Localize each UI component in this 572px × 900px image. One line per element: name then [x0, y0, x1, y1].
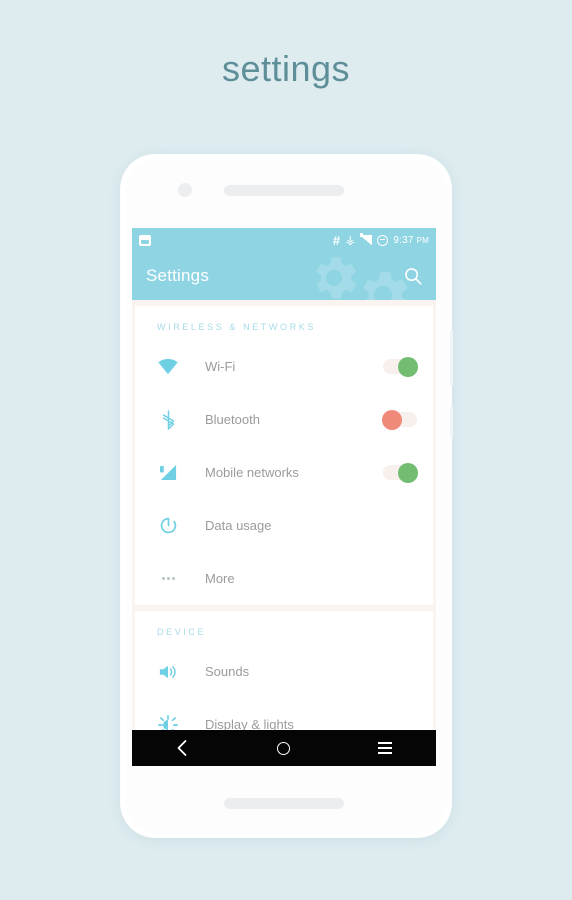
app-toolbar: Settings [132, 252, 436, 300]
nav-home-button[interactable] [262, 730, 306, 766]
list-item-wifi[interactable]: Wi-Fi [135, 340, 433, 393]
more-dots-icon [157, 568, 179, 590]
screenshot-icon [139, 234, 151, 246]
nav-back-button[interactable] [161, 730, 205, 766]
section-wireless-networks: WIRELESS & NETWORKS Wi-Fi Bluetooth Mobi… [135, 306, 433, 605]
android-navigation-bar [132, 730, 436, 766]
home-icon [277, 741, 291, 755]
section-header-wireless: WIRELESS & NETWORKS [157, 322, 316, 332]
speaker-icon [157, 661, 179, 683]
list-item-mobile-networks[interactable]: Mobile networks [135, 446, 433, 499]
battery-icon [377, 234, 389, 246]
list-item-label: Data usage [205, 518, 272, 533]
earpiece-speaker [224, 185, 344, 196]
toggle-knob [398, 462, 418, 483]
clock-time: 9:37 [393, 234, 414, 246]
bluetooth-icon [157, 409, 179, 431]
list-item-more[interactable]: More [135, 552, 433, 605]
status-bar-right: # ⚶ 9:37 PM [332, 232, 429, 248]
list-item-label: Bluetooth [205, 412, 260, 427]
key-icon: ⚶ [345, 233, 356, 247]
nav-menu-button[interactable] [363, 730, 407, 766]
list-item-sounds[interactable]: Sounds [135, 645, 433, 698]
toolbar-title: Settings [146, 266, 210, 285]
page-title: settings [221, 48, 351, 89]
back-icon [177, 740, 187, 756]
status-clock: 9:37 PM [393, 235, 429, 246]
data-usage-icon [157, 515, 179, 537]
list-item-bluetooth[interactable]: Bluetooth [135, 393, 433, 446]
settings-list[interactable]: WIRELESS & NETWORKS Wi-Fi Bluetooth Mobi… [132, 300, 436, 766]
bottom-speaker [224, 798, 344, 809]
bluetooth-toggle[interactable] [382, 409, 417, 430]
list-item-label: More [205, 571, 235, 586]
status-bar: # ⚶ 9:37 PM [132, 228, 436, 252]
phone-device: # ⚶ 9:37 PM Settings WIRELESS & NETWORKS… [121, 155, 453, 837]
power-button[interactable] [450, 330, 453, 386]
phone-screen: # ⚶ 9:37 PM Settings WIRELESS & NETWORKS… [132, 228, 436, 766]
wifi-toggle[interactable] [383, 356, 418, 377]
list-item-data-usage[interactable]: Data usage [135, 499, 433, 552]
list-item-label: Sounds [205, 664, 250, 679]
search-icon[interactable] [402, 265, 424, 287]
signal-icon [157, 462, 179, 484]
toggle-knob [382, 409, 402, 430]
volume-button[interactable] [450, 405, 453, 439]
menu-icon [378, 742, 393, 754]
clock-meridiem: PM [416, 235, 429, 245]
list-item-label: Mobile networks [205, 465, 299, 480]
signal-icon [360, 233, 373, 245]
wifi-icon [157, 356, 179, 378]
toggle-knob [398, 356, 418, 377]
status-bar-left [139, 234, 151, 246]
hash-icon: # [332, 232, 341, 248]
mobile-networks-toggle[interactable] [383, 462, 418, 483]
front-camera [178, 183, 192, 197]
list-item-label: Wi-Fi [205, 359, 236, 374]
section-header-device: DEVICE [157, 627, 207, 637]
